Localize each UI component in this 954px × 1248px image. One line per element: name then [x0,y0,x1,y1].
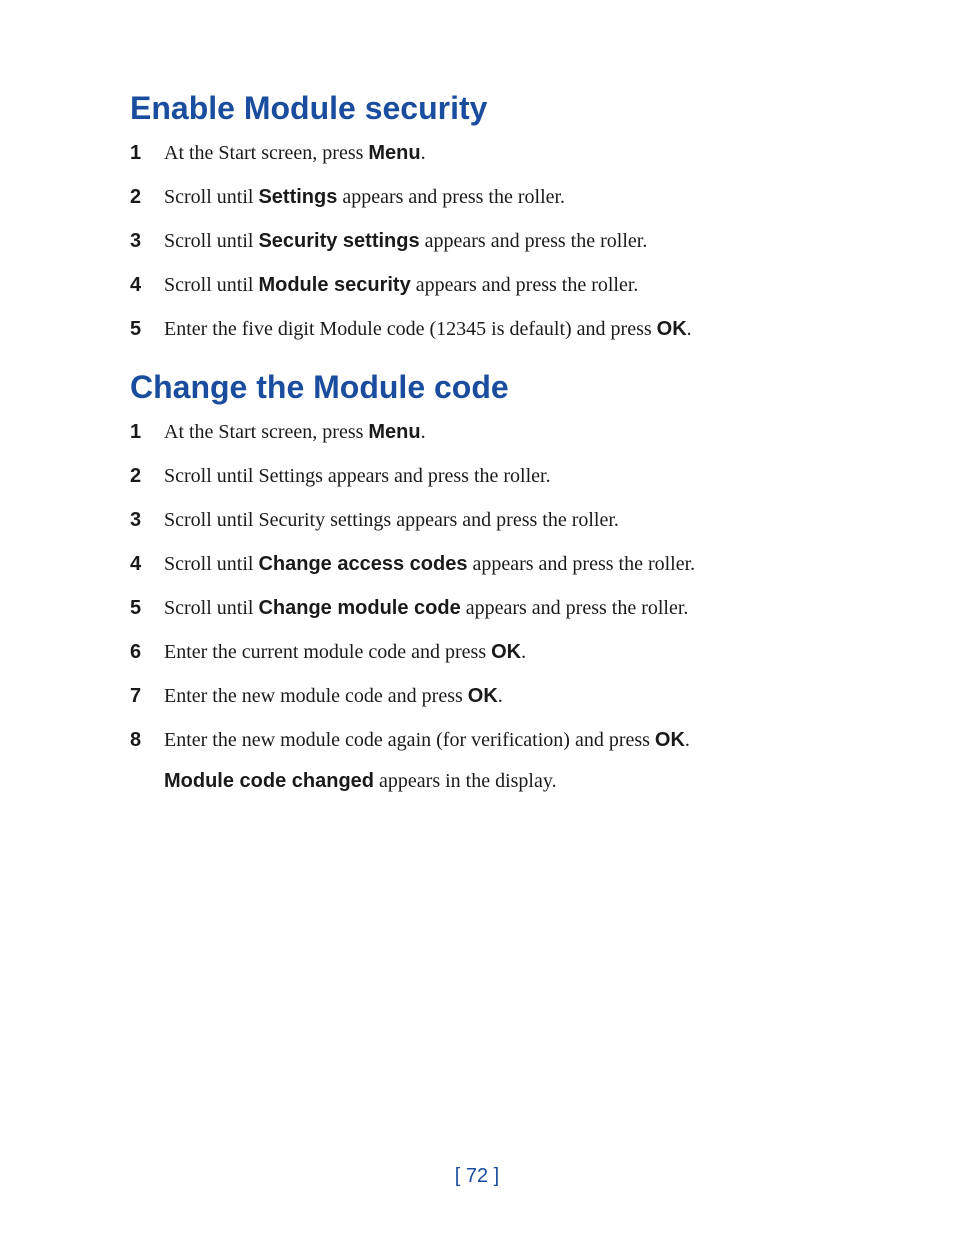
step-item: 3Scroll until Security settings appears … [130,227,824,255]
step-item: 3Scroll until Security settings appears … [130,506,824,534]
section-heading-1: Enable Module security [130,90,824,127]
step-item: 5Scroll until Change module code appears… [130,594,824,622]
step-text: At the Start screen, press Menu. [164,139,824,167]
step-text: Enter the five digit Module code (12345 … [164,315,824,343]
step-number: 8 [130,729,164,752]
page-number: [ 72 ] [0,1165,954,1188]
step-text: At the Start screen, press Menu. [164,418,824,446]
step-text: Scroll until Change access codes appears… [164,550,824,578]
step-text: Scroll until Security settings appears a… [164,227,824,255]
step-text: Scroll until Security settings appears a… [164,506,824,534]
step-number: 3 [130,230,164,253]
step-number: 5 [130,318,164,341]
step-text: Scroll until Settings appears and press … [164,183,824,211]
step-number: 3 [130,509,164,532]
step-number: 1 [130,142,164,165]
steps-list-2: 1At the Start screen, press Menu.2Scroll… [130,418,824,754]
step-item: 1At the Start screen, press Menu. [130,418,824,446]
steps-list-1: 1At the Start screen, press Menu.2Scroll… [130,139,824,343]
step-item: 1At the Start screen, press Menu. [130,139,824,167]
step-item: 4Scroll until Module security appears an… [130,271,824,299]
step-item: 4Scroll until Change access codes appear… [130,550,824,578]
step-text: Scroll until Settings appears and press … [164,462,824,490]
step-number: 4 [130,553,164,576]
step-item: 5Enter the five digit Module code (12345… [130,315,824,343]
step-text: Scroll until Module security appears and… [164,271,824,299]
step-number: 2 [130,186,164,209]
step-number: 6 [130,641,164,664]
step-number: 7 [130,685,164,708]
step-text: Enter the new module code and press OK. [164,682,824,710]
step-item: 6Enter the current module code and press… [130,638,824,666]
step-text: Scroll until Change module code appears … [164,594,824,622]
step-number: 4 [130,274,164,297]
step-item: 2Scroll until Settings appears and press… [130,183,824,211]
step-number: 2 [130,465,164,488]
step-text: Enter the current module code and press … [164,638,824,666]
step-item: 7Enter the new module code and press OK. [130,682,824,710]
section-heading-2: Change the Module code [130,369,824,406]
step-item: 2Scroll until Settings appears and press… [130,462,824,490]
step-item: 8Enter the new module code again (for ve… [130,726,824,754]
step-text: Enter the new module code again (for ver… [164,726,824,754]
step-number: 5 [130,597,164,620]
trailing-note: Module code changed appears in the displ… [164,770,824,793]
step-number: 1 [130,421,164,444]
